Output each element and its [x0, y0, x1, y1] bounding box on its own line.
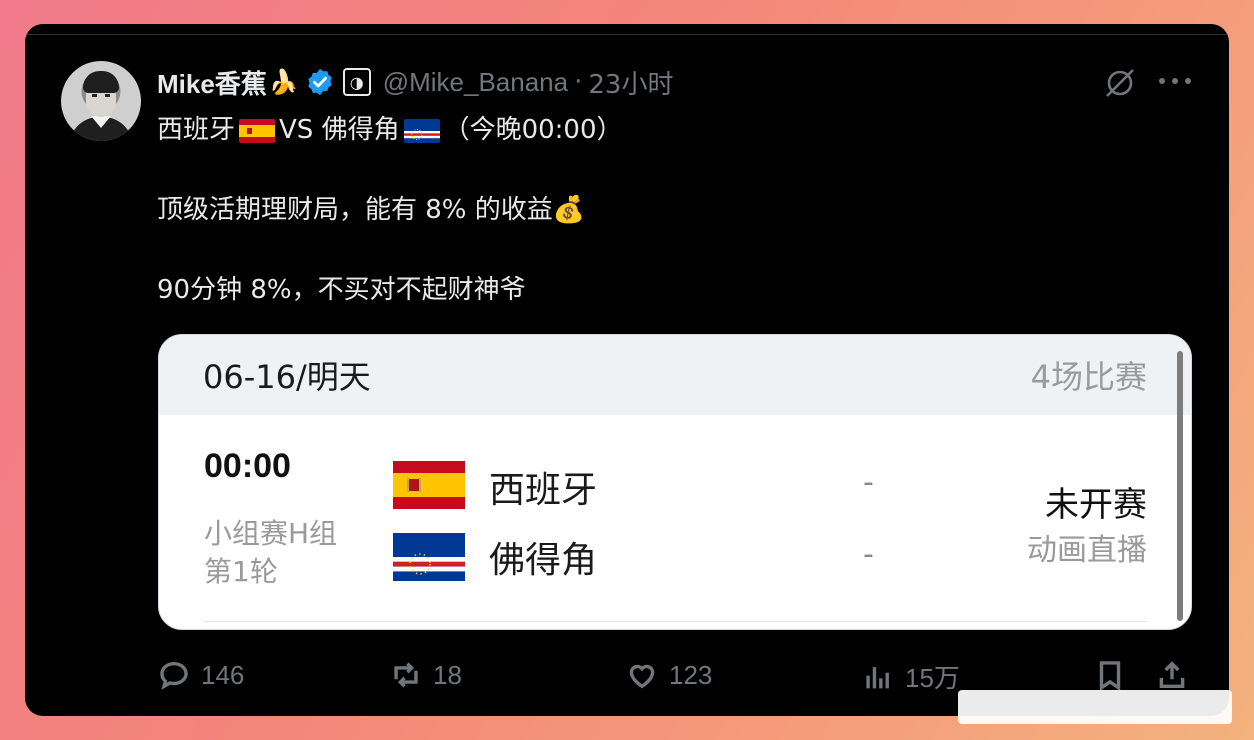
match-card[interactable]: 06-16/明天 4场比赛 00:00 小组赛H组 第1轮 西班牙 - 佛得角 …	[158, 334, 1192, 630]
views-count: 15万	[905, 663, 960, 693]
spain-flag-icon	[393, 461, 465, 509]
separator-dot: ·	[574, 67, 583, 97]
bookmark-icon	[1099, 661, 1121, 692]
team-spain-text: 西班牙	[157, 115, 236, 145]
redacted-overlay	[958, 690, 1232, 724]
money-bag-emoji: 💰	[552, 195, 586, 225]
away-score: -	[863, 537, 874, 572]
like-icon	[629, 664, 655, 689]
divider	[204, 621, 1147, 622]
repost-count: 18	[433, 659, 462, 690]
match-group: 小组赛H组	[204, 517, 338, 550]
spain-flag-icon	[239, 118, 276, 143]
repost-button[interactable]: 18	[389, 658, 462, 692]
match-count: 4场比赛	[1030, 358, 1147, 396]
tweet-line-2-text: 顶级活期理财局，能有 8% 的收益	[157, 195, 553, 225]
banana-emoji: 🍌	[268, 68, 299, 96]
author-handle[interactable]: @Mike_Banana	[383, 67, 568, 98]
tweet-line-2: 顶级活期理财局，能有 8% 的收益💰	[157, 190, 623, 230]
grok-icon[interactable]	[1103, 66, 1137, 100]
avatar[interactable]	[61, 61, 141, 141]
cape-verde-flag-icon	[393, 533, 465, 581]
match-stage: 小组赛H组 第1轮	[204, 515, 337, 591]
reply-count: 146	[201, 659, 245, 690]
tweet-time[interactable]: 23小时	[588, 64, 673, 101]
share-button[interactable]	[1155, 658, 1189, 692]
like-button[interactable]: 123	[625, 658, 712, 692]
tweet-body: 西班牙 VS 佛得角 （今晚00:00） 顶级活期理财局，能有 8% 的收益💰 90…	[157, 110, 623, 310]
bookmark-button[interactable]	[1093, 658, 1127, 692]
scrollbar[interactable]	[1177, 351, 1183, 621]
views-button[interactable]: 15万	[861, 658, 960, 695]
reply-button[interactable]: 146	[157, 658, 244, 692]
cape-verde-flag-icon	[403, 118, 440, 143]
reply-icon	[160, 661, 188, 690]
share-icon	[1159, 661, 1185, 689]
tweet-line-1: 西班牙 VS 佛得角 （今晚00:00）	[157, 110, 623, 150]
author-name[interactable]: Mike香蕉	[157, 64, 267, 101]
match-status: 未开赛	[1045, 485, 1147, 525]
match-date: 06-16/明天	[203, 358, 371, 396]
repost-icon	[394, 662, 418, 688]
like-count: 123	[669, 659, 713, 690]
tweet-card: Mike香蕉 🍌 ◑ @Mike_Banana · 23小时 西班牙 VS 佛得角…	[25, 24, 1229, 716]
tweet-line-3: 90分钟 8%，不买对不起财神爷	[157, 275, 526, 305]
home-team-name: 西班牙	[489, 470, 598, 511]
home-score: -	[863, 465, 874, 500]
live-animation-link[interactable]: 动画直播	[1027, 525, 1147, 569]
verified-badge-icon	[307, 68, 332, 96]
match-kickoff-time: 00:00	[204, 447, 291, 485]
views-icon	[866, 666, 889, 688]
divider	[25, 34, 1229, 35]
tweet-header: Mike香蕉 🍌 ◑ @Mike_Banana · 23小时	[157, 62, 673, 102]
more-icon[interactable]	[1159, 78, 1191, 86]
affiliate-badge-icon: ◑	[342, 68, 371, 96]
away-team-name: 佛得角	[489, 540, 598, 581]
vs-text: VS 佛得角	[279, 115, 400, 145]
match-round: 第1轮	[204, 555, 278, 588]
match-card-header: 06-16/明天 4场比赛	[159, 335, 1191, 415]
match-time-text: （今晚00:00）	[443, 115, 623, 145]
